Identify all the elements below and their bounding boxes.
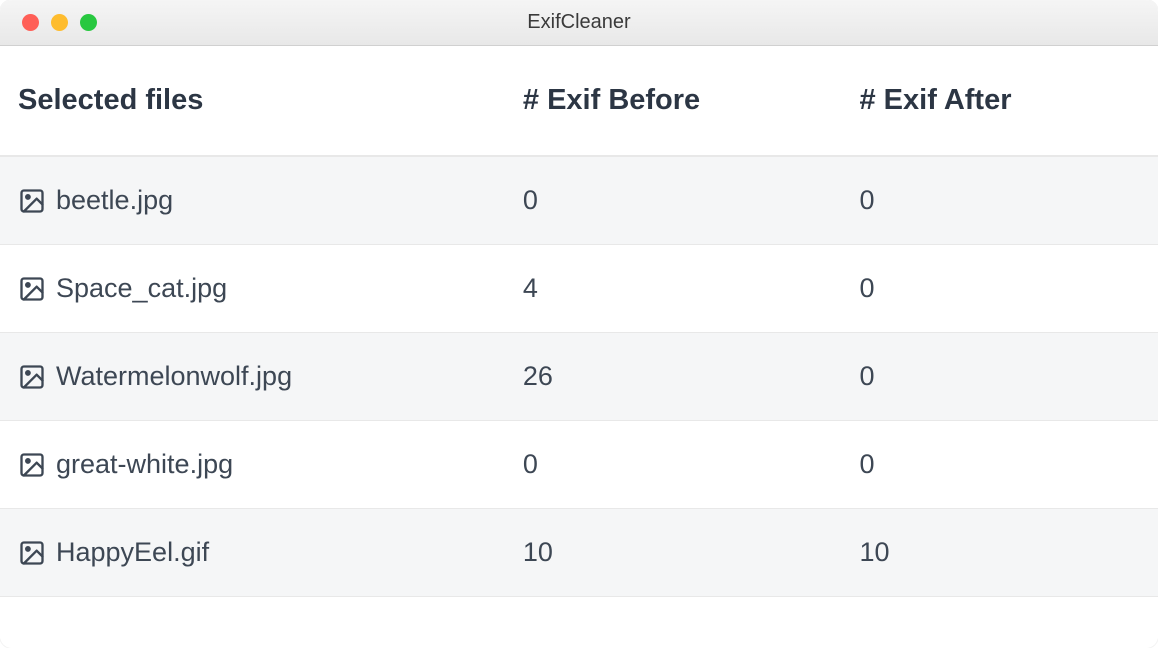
- file-name: Watermelonwolf.jpg: [56, 361, 292, 392]
- close-button[interactable]: [22, 14, 39, 31]
- file-cell: Space_cat.jpg: [18, 273, 523, 304]
- header-exif-before: # Exif Before: [523, 84, 860, 117]
- exif-before-value: 0: [523, 449, 860, 480]
- image-icon: [18, 363, 46, 391]
- header-selected-files: Selected files: [18, 84, 523, 117]
- table-row[interactable]: Watermelonwolf.jpg 260: [0, 333, 1158, 421]
- minimize-button[interactable]: [51, 14, 68, 31]
- file-name: HappyEel.gif: [56, 537, 209, 568]
- file-cell: Watermelonwolf.jpg: [18, 361, 523, 392]
- exif-after-value: 10: [859, 537, 1140, 568]
- file-cell: beetle.jpg: [18, 185, 523, 216]
- image-icon: [18, 275, 46, 303]
- content-area: Selected files # Exif Before # Exif Afte…: [0, 46, 1158, 648]
- exif-before-value: 4: [523, 273, 860, 304]
- window-title: ExifCleaner: [0, 11, 1158, 34]
- exif-before-value: 26: [523, 361, 860, 392]
- table-row[interactable]: great-white.jpg 00: [0, 421, 1158, 509]
- exif-after-value: 0: [859, 449, 1140, 480]
- exif-after-value: 0: [859, 273, 1140, 304]
- header-exif-after: # Exif After: [859, 84, 1140, 117]
- file-name: beetle.jpg: [56, 185, 173, 216]
- table-row[interactable]: beetle.jpg 00: [0, 157, 1158, 245]
- table-header: Selected files # Exif Before # Exif Afte…: [0, 46, 1158, 157]
- app-window: ExifCleaner Selected files # Exif Before…: [0, 0, 1158, 648]
- traffic-lights: [0, 14, 97, 31]
- exif-before-value: 0: [523, 185, 860, 216]
- table-body: beetle.jpg00 Space_cat.jpg40 Watermelonw…: [0, 157, 1158, 597]
- maximize-button[interactable]: [80, 14, 97, 31]
- table-row[interactable]: Space_cat.jpg 40: [0, 245, 1158, 333]
- file-cell: HappyEel.gif: [18, 537, 523, 568]
- image-icon: [18, 451, 46, 479]
- image-icon: [18, 187, 46, 215]
- file-cell: great-white.jpg: [18, 449, 523, 480]
- exif-after-value: 0: [859, 361, 1140, 392]
- titlebar[interactable]: ExifCleaner: [0, 0, 1158, 46]
- file-name: Space_cat.jpg: [56, 273, 227, 304]
- file-name: great-white.jpg: [56, 449, 233, 480]
- image-icon: [18, 539, 46, 567]
- exif-before-value: 10: [523, 537, 860, 568]
- exif-after-value: 0: [859, 185, 1140, 216]
- table-row[interactable]: HappyEel.gif 1010: [0, 509, 1158, 597]
